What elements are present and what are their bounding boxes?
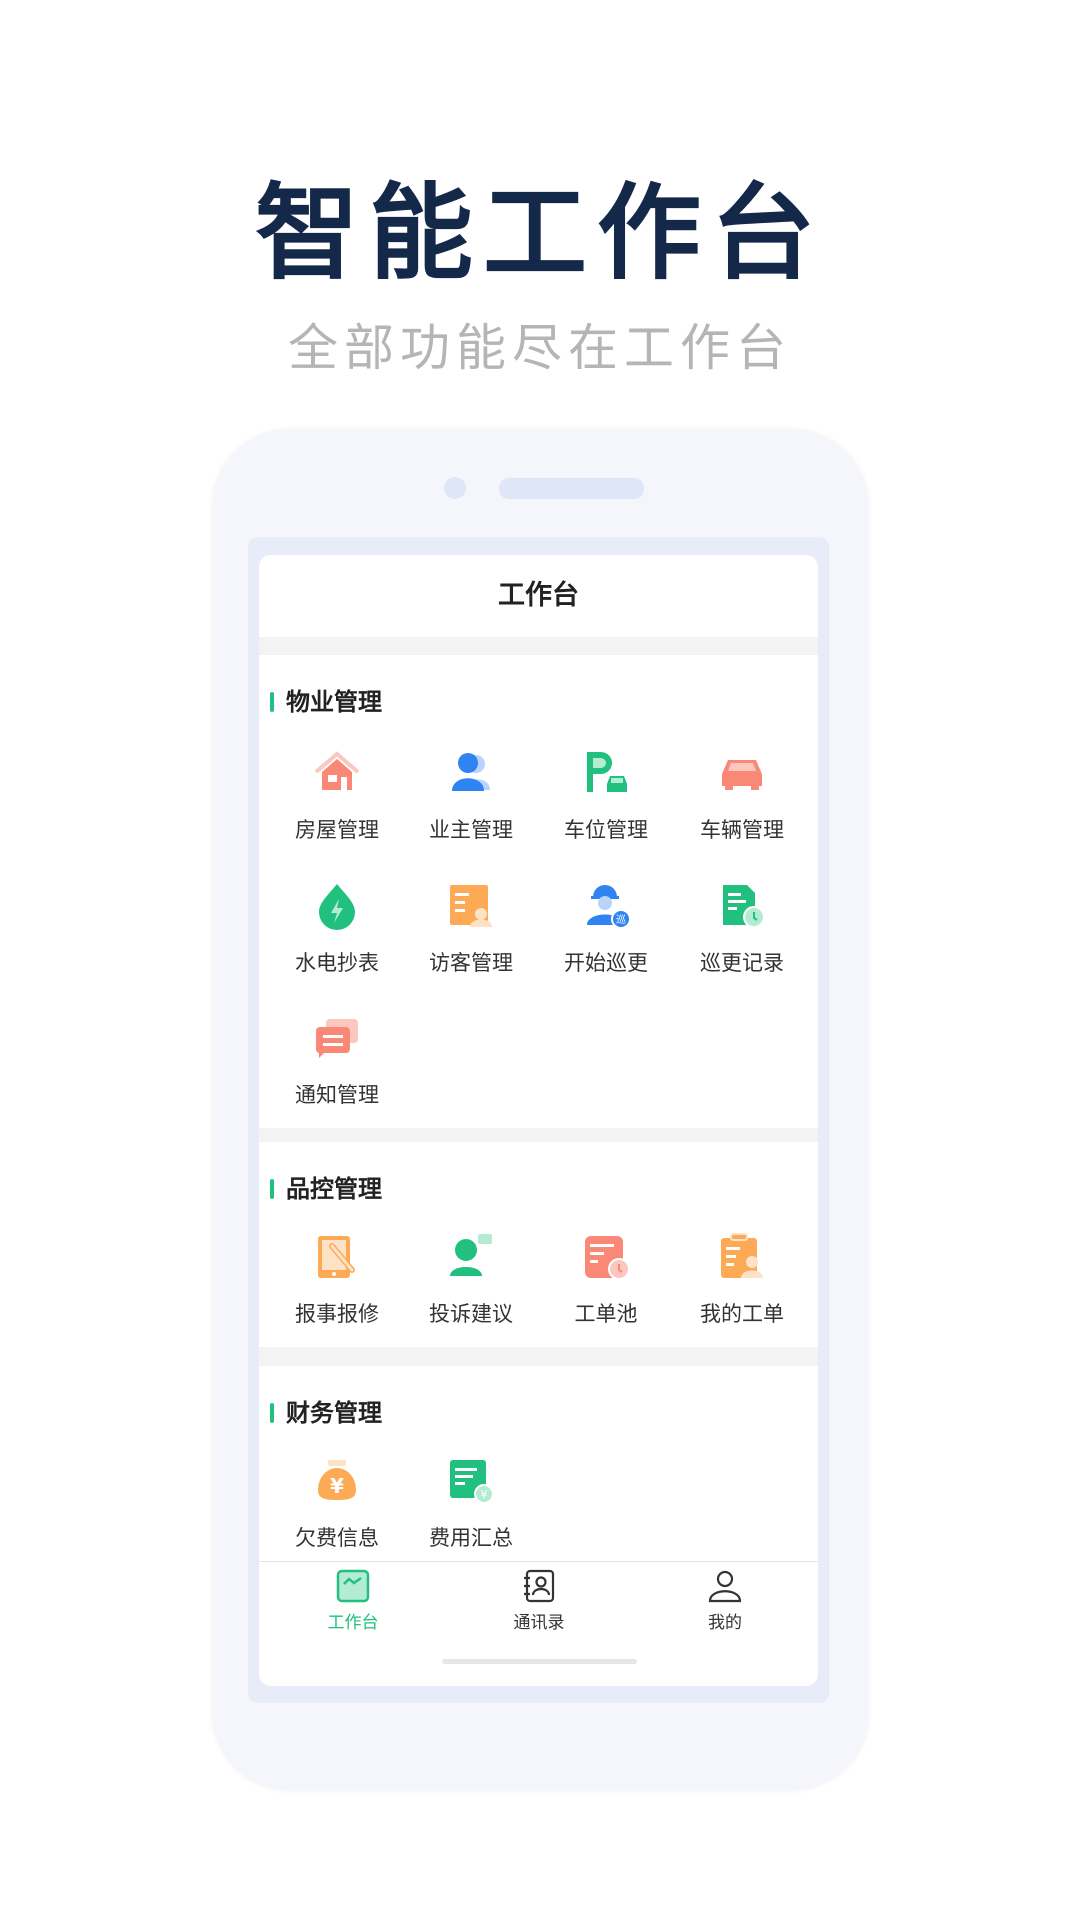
tab-workbench[interactable]: 工作台 xyxy=(283,1568,423,1633)
owner-icon xyxy=(452,753,490,791)
parking-icon xyxy=(587,752,627,792)
grid-item-my-work-order[interactable]: 我的工单 xyxy=(675,1232,809,1328)
grid-item-label: 投诉建议 xyxy=(429,1302,513,1326)
tab-label: 通讯录 xyxy=(513,1613,565,1633)
grid-item-notice[interactable]: 通知管理 xyxy=(270,1013,404,1109)
grid-item-start-patrol[interactable]: 巡 开始巡更 xyxy=(539,881,673,977)
fee-summary-icon: ¥ xyxy=(450,1460,494,1504)
grid-item-car[interactable]: 车辆管理 xyxy=(675,748,809,844)
grid-item-label: 欠费信息 xyxy=(295,1526,379,1550)
yen-symbol: ¥ xyxy=(330,1474,344,1498)
work-order-pool-icon xyxy=(585,1236,630,1280)
house-icon xyxy=(314,751,360,790)
bottom-tab-bar: 工作台 通讯录 我的 xyxy=(259,1561,818,1686)
grid-item-repair[interactable]: 报事报修 xyxy=(270,1232,404,1328)
grid-item-owner[interactable]: 业主管理 xyxy=(404,748,538,844)
utility-drop-icon xyxy=(319,884,355,930)
tab-label: 工作台 xyxy=(327,1613,379,1633)
patrol-record-icon xyxy=(723,885,765,928)
grid-item-label: 我的工单 xyxy=(700,1302,784,1326)
tab-label: 我的 xyxy=(708,1613,742,1633)
grid-item-label: 通知管理 xyxy=(295,1083,379,1107)
grid-item-work-order-pool[interactable]: 工单池 xyxy=(539,1232,673,1328)
repair-tablet-icon xyxy=(318,1236,355,1278)
grid-item-label: 开始巡更 xyxy=(564,951,648,975)
section-finance: 财务管理 ¥ 欠费信息 ¥ 费用汇总 xyxy=(259,1366,818,1566)
phone-camera xyxy=(444,477,466,499)
tab-contacts[interactable]: 通讯录 xyxy=(469,1568,609,1633)
hero-subtitle: 全部功能尽在工作台 xyxy=(288,319,792,377)
grid-item-parking[interactable]: 车位管理 xyxy=(539,748,673,844)
grid-item-label: 访客管理 xyxy=(429,951,513,975)
complaint-icon xyxy=(450,1234,492,1276)
yen-symbol: ¥ xyxy=(481,1488,488,1501)
grid-item-patrol-record[interactable]: 巡更记录 xyxy=(675,881,809,977)
notice-chat-icon xyxy=(315,1019,358,1058)
grid-item-label: 报事报修 xyxy=(295,1302,379,1326)
grid-item-arrears[interactable]: ¥ 欠费信息 xyxy=(270,1456,404,1552)
visitor-icon xyxy=(450,885,492,927)
grid-item-complaint[interactable]: 投诉建议 xyxy=(404,1232,538,1328)
grid-item-label: 水电抄表 xyxy=(295,951,379,975)
home-indicator[interactable] xyxy=(442,1659,637,1664)
section-title: 品控管理 xyxy=(270,1174,382,1204)
grid-item-fee-summary[interactable]: ¥ 费用汇总 xyxy=(404,1456,538,1552)
grid-item-label: 业主管理 xyxy=(429,818,513,842)
grid-item-label: 房屋管理 xyxy=(295,818,379,842)
patrol-guard-icon: 巡 xyxy=(587,885,631,929)
profile-icon xyxy=(708,1570,742,1603)
grid-item-label: 工单池 xyxy=(574,1302,638,1326)
hero-title: 智能工作台 xyxy=(254,172,825,294)
money-bag-icon: ¥ xyxy=(318,1460,356,1500)
patrol-badge: 巡 xyxy=(616,914,626,926)
grid-item-house[interactable]: 房屋管理 xyxy=(270,748,404,844)
grid-item-label: 巡更记录 xyxy=(700,951,784,975)
section-property: 物业管理 房屋管理 业主管理 车位管理 车辆管理 水电抄表 访客管理 巡 开始巡… xyxy=(259,655,818,1128)
grid-item-label: 费用汇总 xyxy=(429,1526,513,1550)
workbench-icon xyxy=(336,1569,370,1603)
section-title: 财务管理 xyxy=(270,1398,382,1428)
grid-item-label: 车辆管理 xyxy=(700,818,784,842)
grid-item-utility[interactable]: 水电抄表 xyxy=(270,881,404,977)
phone-speaker xyxy=(499,478,644,499)
grid-item-visitor[interactable]: 访客管理 xyxy=(404,881,538,977)
page-title: 工作台 xyxy=(259,555,818,637)
grid-item-label: 车位管理 xyxy=(564,818,648,842)
app-screen: 工作台 物业管理 房屋管理 业主管理 车位管理 车辆管理 水电抄表 访客管理 巡… xyxy=(259,555,818,1686)
section-quality: 品控管理 报事报修 投诉建议 工单池 我的工单 xyxy=(259,1142,818,1347)
my-work-order-icon xyxy=(721,1233,763,1278)
contacts-icon xyxy=(524,1569,555,1603)
tab-profile[interactable]: 我的 xyxy=(655,1568,795,1633)
car-icon xyxy=(722,760,762,790)
section-title: 物业管理 xyxy=(270,687,382,717)
